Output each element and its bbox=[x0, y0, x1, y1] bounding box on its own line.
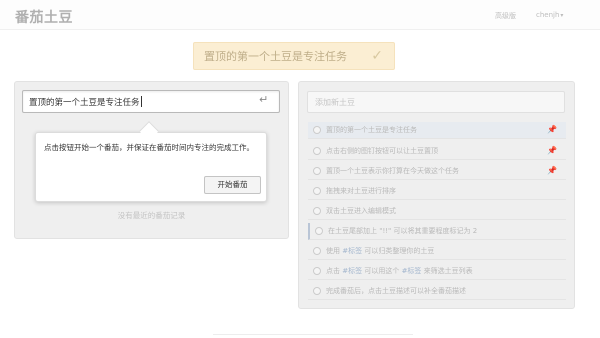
checkbox-circle-icon[interactable] bbox=[313, 167, 321, 175]
todo-text-post: 可以归类整理你的土豆 bbox=[362, 247, 435, 255]
user-menu[interactable]: chenjh▾ bbox=[536, 11, 563, 19]
tooltip-text: 点击按钮开始一个番茄，并保证在番茄时间内专注的完成工作。 bbox=[44, 143, 254, 152]
text-cursor bbox=[140, 96, 142, 107]
todo-text[interactable]: 置顶的第一个土豆是专注任务 bbox=[326, 125, 417, 135]
todo-item[interactable]: 置顶的第一个土豆是专注任务 📌 bbox=[308, 122, 566, 139]
todo-text[interactable]: 双击土豆进入编辑模式 bbox=[326, 206, 396, 216]
current-task-text: 置顶的第一个土豆是专注任务 bbox=[204, 50, 347, 63]
todo-text-mid: 可以用这个 bbox=[362, 267, 402, 275]
todo-text-pre: 点击 bbox=[326, 267, 343, 275]
tag-link[interactable]: #标签 bbox=[342, 267, 362, 275]
todo-text[interactable]: 拖拽来对土豆进行排序 bbox=[326, 186, 396, 196]
todo-item[interactable]: 完成番茄后，点击土豆描述可以补全番茄描述 bbox=[308, 283, 566, 300]
tag-link[interactable]: #标签 bbox=[402, 267, 422, 275]
username-label: chenjh bbox=[536, 11, 560, 19]
todo-text[interactable]: 点击 #标签 可以用这个 #标签 来筛选土豆列表 bbox=[326, 266, 473, 276]
checkbox-circle-icon[interactable] bbox=[313, 187, 321, 195]
task-input-value: 置顶的第一个土豆是专注任务 bbox=[29, 97, 140, 108]
checkbox-circle-icon[interactable] bbox=[313, 267, 321, 275]
task-input[interactable]: 置顶的第一个土豆是专注任务 bbox=[22, 90, 280, 113]
bottom-divider bbox=[213, 334, 413, 335]
checkbox-circle-icon[interactable] bbox=[313, 207, 321, 215]
chevron-down-icon: ▾ bbox=[560, 12, 564, 19]
checkbox-circle-icon[interactable] bbox=[313, 126, 321, 134]
tag-link[interactable]: #标签 bbox=[342, 247, 362, 255]
todo-item[interactable]: 双击土豆进入编辑模式 bbox=[308, 203, 566, 220]
todo-item[interactable]: 拖拽来对土豆进行排序 bbox=[308, 183, 566, 200]
enter-key-icon[interactable]: ↵ bbox=[259, 93, 268, 106]
app-title[interactable]: 番茄土豆 bbox=[15, 7, 73, 27]
todo-item[interactable]: 点击 #标签 可以用这个 #标签 来筛选土豆列表 bbox=[308, 263, 566, 280]
pin-icon[interactable]: 📌 bbox=[547, 146, 557, 155]
premium-link[interactable]: 高级版 bbox=[495, 11, 516, 21]
current-task-banner: 置顶的第一个土豆是专注任务 ✓ bbox=[193, 42, 395, 70]
todo-item[interactable]: 置顶一个土豆表示你打算在今天做这个任务 📌 bbox=[308, 163, 566, 180]
todo-item[interactable]: 在土豆尾部加上 "!!" 可以将其重要程度标记为 2 bbox=[308, 223, 566, 240]
checkbox-circle-icon[interactable] bbox=[315, 227, 323, 235]
start-pomodoro-button[interactable]: 开始番茄 bbox=[204, 176, 261, 194]
pin-icon[interactable]: 📌 bbox=[547, 125, 557, 134]
todo-text[interactable]: 完成番茄后，点击土豆描述可以补全番茄描述 bbox=[326, 286, 466, 296]
check-icon[interactable]: ✓ bbox=[371, 48, 383, 64]
empty-history-text: 没有最近的番茄记录 bbox=[117, 211, 186, 220]
todo-text[interactable]: 使用 #标签 可以归类整理你的土豆 bbox=[326, 246, 434, 256]
todo-item[interactable]: 使用 #标签 可以归类整理你的土豆 bbox=[308, 243, 566, 260]
pin-icon[interactable]: 📌 bbox=[547, 166, 557, 175]
todo-text[interactable]: 点击右侧的图钉按钮可以让土豆置顶 bbox=[326, 146, 438, 156]
checkbox-circle-icon[interactable] bbox=[313, 147, 321, 155]
checkbox-circle-icon[interactable] bbox=[313, 247, 321, 255]
todo-text[interactable]: 在土豆尾部加上 "!!" 可以将其重要程度标记为 2 bbox=[328, 226, 477, 236]
add-todo-input[interactable]: 添加新土豆 bbox=[307, 91, 565, 113]
todo-text[interactable]: 置顶一个土豆表示你打算在今天做这个任务 bbox=[326, 166, 459, 176]
checkbox-circle-icon[interactable] bbox=[313, 287, 321, 295]
todo-item[interactable]: 点击右侧的图钉按钮可以让土豆置顶 📌 bbox=[308, 143, 566, 160]
todo-text-post: 来筛选土豆列表 bbox=[421, 267, 473, 275]
todo-text-pre: 使用 bbox=[326, 247, 343, 255]
